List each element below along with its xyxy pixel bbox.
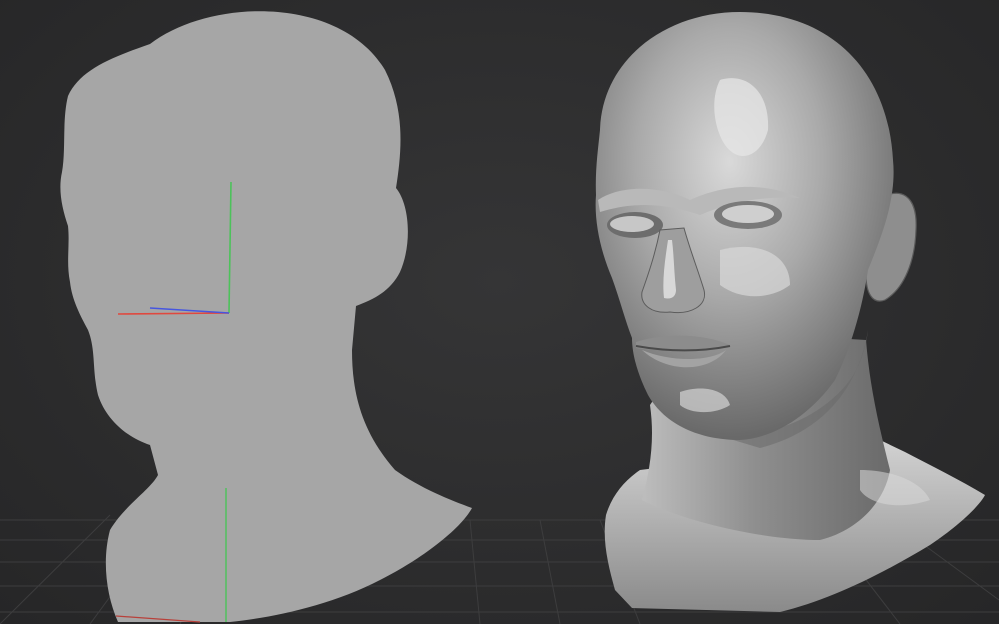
gizmo-x-axis[interactable] (117, 312, 230, 315)
silhouette-head-mesh[interactable] (60, 11, 472, 622)
sculpt-left-eye (610, 216, 654, 232)
sculpt-right-eye (722, 205, 774, 223)
sculpted-head-mesh[interactable] (595, 12, 985, 612)
3d-viewport[interactable] (0, 0, 999, 624)
viewport-canvas[interactable] (0, 0, 999, 624)
